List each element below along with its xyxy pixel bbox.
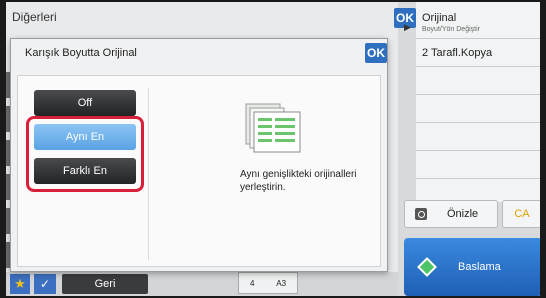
duplex-copy-label[interactable]: 2 Tarafl.Kopya <box>422 47 492 59</box>
original-label[interactable]: Orijinal <box>422 12 456 24</box>
checkmark-icon[interactable]: ✓ <box>34 274 56 294</box>
divider <box>416 178 540 179</box>
option-off-button[interactable]: Off <box>34 90 136 116</box>
preview-button[interactable]: Önizle <box>404 200 498 228</box>
divider <box>416 66 540 67</box>
original-sublabel: Boyut/Yön Değiştir <box>422 26 480 33</box>
page-counter: 4 A3 <box>238 272 298 294</box>
option-same-width-button[interactable]: Aynı En <box>34 124 136 150</box>
mixed-originals-icon <box>245 103 301 153</box>
clear-all-button[interactable]: CA <box>502 200 540 228</box>
start-icon <box>417 257 437 277</box>
mixed-size-dialog: Karışık Boyutta Orijinal OK Off Aynı En … <box>10 38 388 272</box>
option-description: Aynı genişlikteki orijinalleri yerleştir… <box>240 169 357 193</box>
preview-label: Önizle <box>447 208 479 220</box>
start-button[interactable]: Baslama <box>404 238 540 296</box>
back-button[interactable]: Geri <box>62 274 148 294</box>
vertical-divider <box>148 88 149 260</box>
divider <box>416 150 540 151</box>
paper-size: A3 <box>276 278 287 288</box>
start-label: Baslama <box>458 261 501 273</box>
preview-icon <box>415 208 427 220</box>
background-title: Diğerleri <box>12 10 57 24</box>
counter-number: 4 <box>249 278 255 288</box>
divider <box>416 38 540 39</box>
divider <box>416 122 540 123</box>
option-different-width-button[interactable]: Farklı En <box>34 158 136 184</box>
divider <box>416 94 540 95</box>
screen: Diğerleri OK ▶ Orijinal Boyut/Yön Değişt… <box>6 2 540 296</box>
dialog-content: Off Aynı En Farklı En Aynı genişlikteki … <box>17 75 381 267</box>
favorite-star-icon[interactable]: ★ <box>10 274 30 294</box>
dialog-ok-button[interactable]: OK <box>365 43 387 63</box>
dialog-title: Karışık Boyutta Orijinal <box>25 47 137 59</box>
play-arrow-icon: ▶ <box>404 22 411 32</box>
